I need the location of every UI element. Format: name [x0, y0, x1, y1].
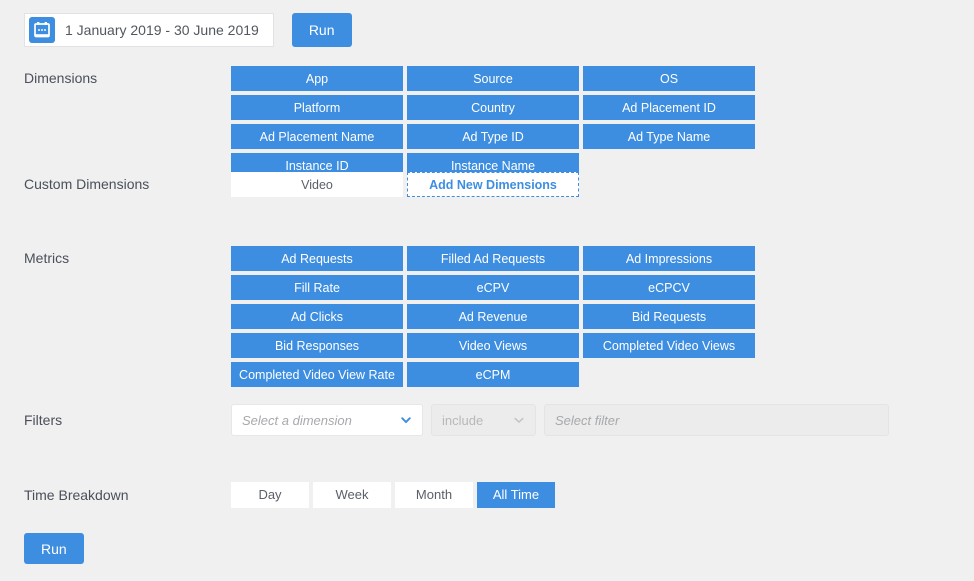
- option-button[interactable]: Source: [407, 66, 579, 91]
- custom-dimensions-label: Custom Dimensions: [24, 176, 150, 192]
- date-range-value: 1 January 2019 - 30 June 2019: [65, 22, 259, 38]
- filters-label: Filters: [24, 412, 63, 428]
- option-button[interactable]: Video: [231, 172, 403, 197]
- option-button[interactable]: Ad Type ID: [407, 124, 579, 149]
- chevron-down-icon-disabled: [513, 414, 525, 426]
- metrics-grid: Ad Requests Filled Ad Requests Ad Impressi…: [231, 246, 934, 391]
- option-button[interactable]: Completed Video Views: [583, 333, 755, 358]
- filter-dimension-placeholder: Select a dimension: [242, 412, 352, 428]
- option-button[interactable]: Fill Rate: [231, 275, 403, 300]
- custom-dimensions-grid: Video Add New Dimensions: [231, 172, 934, 201]
- run-button-top[interactable]: Run: [291, 13, 352, 47]
- option-button[interactable]: Ad Requests: [231, 246, 403, 271]
- date-range-picker[interactable]: 1 January 2019 - 30 June 2019: [24, 13, 274, 47]
- option-button[interactable]: Ad Impressions: [583, 246, 755, 271]
- option-button[interactable]: Completed Video View Rate: [231, 362, 403, 387]
- option-button[interactable]: eCPCV: [583, 275, 755, 300]
- option-button[interactable]: Ad Placement ID: [583, 95, 755, 120]
- time-breakdown-option[interactable]: All Time: [477, 482, 555, 508]
- run-button-bottom[interactable]: Run: [24, 533, 84, 564]
- option-button[interactable]: App: [231, 66, 403, 91]
- option-button[interactable]: Platform: [231, 95, 403, 120]
- filter-operator-select[interactable]: include: [431, 404, 536, 436]
- option-button[interactable]: Bid Responses: [231, 333, 403, 358]
- filter-value-input[interactable]: [544, 404, 889, 436]
- calendar-icon: [29, 17, 55, 43]
- time-breakdown-option[interactable]: Week: [313, 482, 391, 508]
- option-button[interactable]: Bid Requests: [583, 304, 755, 329]
- option-button[interactable]: Ad Placement Name: [231, 124, 403, 149]
- chevron-down-icon: [400, 414, 412, 426]
- time-breakdown-options: Day Week Month All Time: [231, 482, 559, 508]
- metrics-label: Metrics: [24, 250, 70, 266]
- option-button[interactable]: Ad Revenue: [407, 304, 579, 329]
- time-breakdown-label: Time Breakdown: [24, 487, 129, 503]
- option-button[interactable]: Ad Type Name: [583, 124, 755, 149]
- option-button[interactable]: Ad Clicks: [231, 304, 403, 329]
- filters-controls: Select a dimension include: [231, 404, 889, 436]
- option-button[interactable]: Video Views: [407, 333, 579, 358]
- filter-operator-value: include: [442, 412, 484, 428]
- option-button[interactable]: OS: [583, 66, 755, 91]
- add-new-dimensions-button[interactable]: Add New Dimensions: [407, 172, 579, 197]
- filter-dimension-select[interactable]: Select a dimension: [231, 404, 423, 436]
- option-button[interactable]: Filled Ad Requests: [407, 246, 579, 271]
- time-breakdown-option[interactable]: Day: [231, 482, 309, 508]
- option-button[interactable]: eCPM: [407, 362, 579, 387]
- toolbar: 1 January 2019 - 30 June 2019 Run: [24, 13, 352, 47]
- time-breakdown-option[interactable]: Month: [395, 482, 473, 508]
- option-button[interactable]: eCPV: [407, 275, 579, 300]
- dimensions-grid: App Source OS Platform Country Ad Placement I…: [231, 66, 934, 182]
- option-button[interactable]: Country: [407, 95, 579, 120]
- dimensions-label: Dimensions: [24, 70, 98, 86]
